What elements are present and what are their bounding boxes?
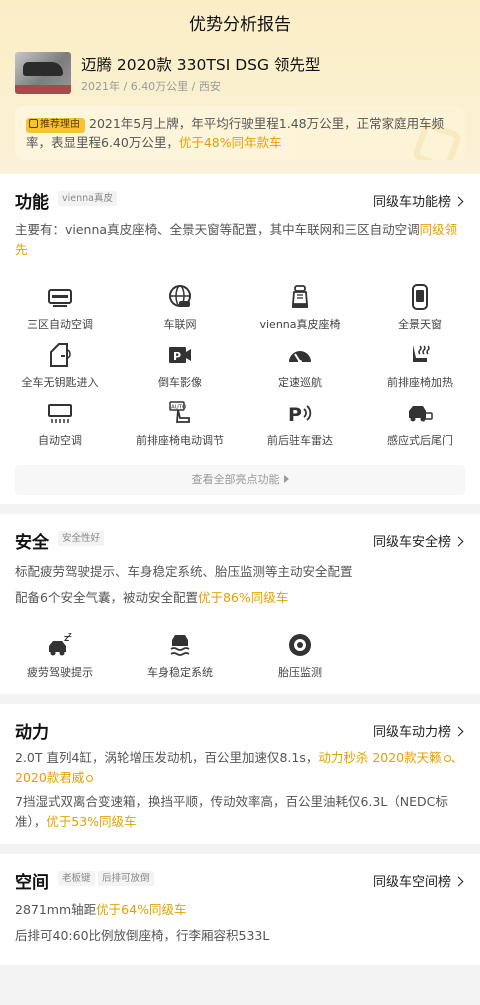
feature-item[interactable]: AUTO 前排座椅电动调节 bbox=[120, 400, 240, 448]
feature-item[interactable]: 全车无钥匙进入 bbox=[0, 342, 120, 390]
feature-item[interactable]: 三区自动空调 bbox=[0, 284, 120, 332]
globe-car-icon bbox=[167, 284, 193, 310]
keyless-door-icon bbox=[47, 342, 73, 368]
climate-panel-icon bbox=[47, 284, 73, 310]
car-name: 迈腾 2020款 330TSI DSG 领先型 bbox=[81, 56, 321, 74]
search-icon bbox=[443, 755, 451, 762]
power-line-2: 7挡湿式双离合变速箱，换挡平顺，传动效率高，百公里油耗仅6.3L（NEDC标准）… bbox=[15, 794, 448, 829]
car-summary[interactable]: 迈腾 2020款 330TSI DSG 领先型 2021年 / 6.40万公里 … bbox=[15, 52, 465, 96]
section-title: 功能 bbox=[15, 193, 49, 213]
stability-car-icon bbox=[167, 632, 193, 658]
space-rank-link[interactable]: 同级车空间榜 bbox=[373, 871, 464, 890]
space-section: 空间 老板键 后排可放倒 同级车空间榜 2871mm轴距优于64%同级车 后排可… bbox=[0, 854, 480, 965]
feature-item[interactable]: 车联网 bbox=[120, 284, 240, 332]
section-title: 安全 bbox=[15, 533, 49, 553]
feature-item[interactable]: P 倒车影像 bbox=[120, 342, 240, 390]
section-tag: 安全性好 bbox=[58, 531, 105, 546]
recommendation-text: 推荐理由 2021年5月上牌，年平均行驶里程1.48万公里，正常家庭用车频率，表显… bbox=[26, 116, 445, 150]
space-line-1: 2871mm轴距优于64%同级车 bbox=[15, 902, 187, 917]
view-all-features-button[interactable]: 查看全部亮点功能 bbox=[15, 465, 465, 495]
recommendation-badge: 推荐理由 bbox=[26, 118, 85, 133]
chevron-right-icon bbox=[453, 726, 464, 737]
chevron-right-icon bbox=[453, 196, 464, 207]
search-icon bbox=[86, 775, 94, 782]
feature-item[interactable]: 全景天窗 bbox=[360, 284, 480, 332]
feature-item[interactable]: ZZ 疲劳驾驶提示 bbox=[0, 632, 120, 680]
page-title: 优势分析报告 bbox=[189, 15, 291, 35]
function-section: 功能 vienna真皮 同级车功能榜 主要有：vienna真皮座椅、全景天窗等配… bbox=[0, 174, 480, 504]
tire-pressure-icon bbox=[287, 632, 313, 658]
power-line-1: 2.0T 直列4缸，涡轮增压发动机，百公里加速仅8.1s，动力秒杀 2020款天… bbox=[15, 750, 464, 785]
seat-heat-icon bbox=[407, 342, 433, 368]
safety-line-2: 配备6个安全气囊，被动安全配置优于86%同级车 bbox=[15, 590, 289, 605]
section-tag: vienna真皮 bbox=[58, 191, 117, 206]
svg-text:AUTO: AUTO bbox=[171, 405, 187, 411]
thumbs-up-icon bbox=[29, 119, 38, 128]
recommendation-box: 推荐理由 2021年5月上牌，年平均行驶里程1.48万公里，正常家庭用车频率，表显… bbox=[15, 106, 465, 160]
function-rank-link[interactable]: 同级车功能榜 bbox=[373, 191, 464, 210]
cruise-gauge-icon bbox=[287, 342, 313, 368]
feature-item[interactable]: 胎压监测 bbox=[240, 632, 360, 680]
feature-item[interactable]: 车身稳定系统 bbox=[120, 632, 240, 680]
space-line-2: 后排可40:60比例放倒座椅，行李厢容积533L bbox=[15, 928, 270, 943]
chevron-right-icon bbox=[453, 876, 464, 887]
feature-item[interactable]: 自动空调 bbox=[0, 400, 120, 448]
feature-item[interactable]: 前排座椅加热 bbox=[360, 342, 480, 390]
svg-text:Z: Z bbox=[68, 633, 72, 639]
section-title: 空间 bbox=[15, 873, 49, 893]
leather-seat-icon bbox=[287, 284, 313, 310]
chevron-right-icon bbox=[453, 536, 464, 547]
compare-link-1[interactable]: 动力秒杀 2020款天籁 bbox=[318, 750, 451, 765]
feature-item[interactable]: vienna真皮座椅 bbox=[240, 284, 360, 332]
power-rank-link[interactable]: 同级车动力榜 bbox=[373, 721, 464, 740]
safety-section: 安全 安全性好 同级车安全榜 标配疲劳驾驶提示、车身稳定系统、胎压监测等主动安全… bbox=[0, 514, 480, 694]
safety-line-1: 标配疲劳驾驶提示、车身稳定系统、胎压监测等主动安全配置 bbox=[15, 564, 353, 579]
feature-item[interactable]: 定速巡航 bbox=[240, 342, 360, 390]
car-thumbnail[interactable] bbox=[15, 52, 71, 94]
auto-ac-icon bbox=[47, 400, 73, 426]
fatigue-car-icon: ZZ bbox=[47, 632, 73, 658]
section-tag: 老板键 bbox=[58, 871, 95, 886]
function-description: 主要有：vienna真皮座椅、全景天窗等配置，其中车联网和三区自动空调同级领先 bbox=[15, 222, 458, 257]
feature-item[interactable]: P 前后驻车雷达 bbox=[240, 400, 360, 448]
panoramic-roof-icon bbox=[407, 284, 433, 310]
power-seat-icon: AUTO bbox=[167, 400, 193, 426]
section-tag: 后排可放倒 bbox=[98, 871, 154, 886]
svg-text:P: P bbox=[173, 350, 181, 363]
triangle-right-icon bbox=[283, 475, 289, 483]
parking-radar-icon: P bbox=[287, 400, 313, 426]
reverse-camera-icon: P bbox=[167, 342, 193, 368]
safety-rank-link[interactable]: 同级车安全榜 bbox=[373, 531, 464, 550]
section-title: 动力 bbox=[15, 723, 49, 743]
power-section: 动力 同级车动力榜 2.0T 直列4缸，涡轮增压发动机，百公里加速仅8.1s，动… bbox=[0, 704, 480, 844]
sensor-tailgate-icon bbox=[407, 400, 433, 426]
feature-item[interactable]: 感应式后尾门 bbox=[360, 400, 480, 448]
car-meta: 2021年 / 6.40万公里 / 西安 bbox=[81, 80, 221, 93]
svg-text:P: P bbox=[288, 404, 302, 426]
